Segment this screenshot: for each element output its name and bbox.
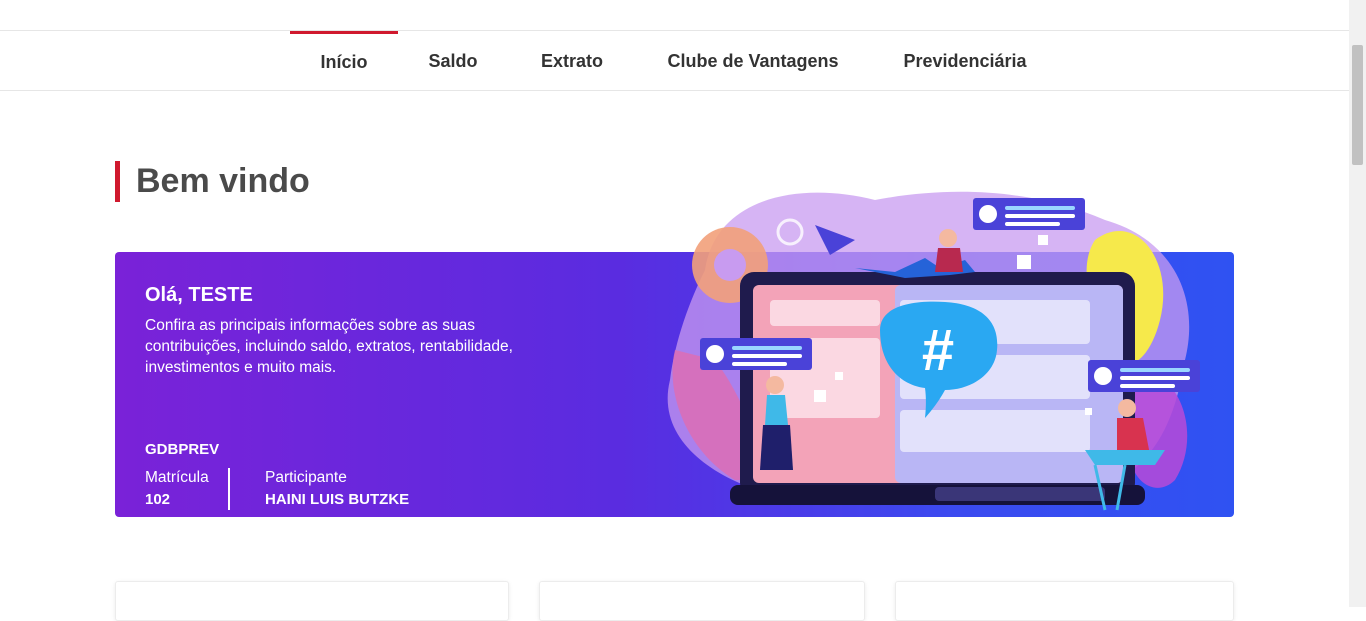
nav-tab-label: Previdenciária [903, 50, 1027, 71]
scrollbar-thumb[interactable] [1352, 45, 1363, 165]
summary-card[interactable] [115, 581, 509, 621]
page-title: Bem vindo [136, 162, 310, 200]
organization-name: GDBPREV [145, 441, 220, 458]
nav-tab-label: Início [320, 52, 368, 72]
summary-card[interactable] [539, 581, 865, 621]
nav-tab-saldo[interactable]: Saldo [413, 31, 493, 91]
nav-tab-clube-de-vantagens[interactable]: Clube de Vantagens [652, 31, 854, 91]
hashtag-symbol: # [922, 318, 954, 383]
participante-value: HAINI LUIS BUTZKE [265, 491, 410, 508]
nav-tab-label: Saldo [428, 50, 478, 71]
nav-tab-label: Clube de Vantagens [667, 50, 839, 71]
title-accent-bar [115, 161, 120, 202]
info-divider [228, 468, 230, 510]
matricula-value: 102 [145, 491, 171, 508]
matricula-label: Matrícula [145, 469, 209, 486]
top-header-bar [0, 0, 1349, 31]
vertical-scrollbar[interactable] [1349, 0, 1366, 607]
social-media-illustration: # [667, 191, 1200, 511]
greeting-text: Olá, TESTE [145, 284, 253, 306]
nav-tab-previdenciaria[interactable]: Previdenciária [886, 31, 1044, 91]
nav-tab-inicio[interactable]: Início [290, 31, 398, 91]
intro-text: Confira as principais informações sobre … [145, 317, 513, 376]
summary-card[interactable] [895, 581, 1234, 621]
main-navigation: Início Saldo Extrato Clube de Vantagens … [0, 31, 1349, 91]
nav-tab-label: Extrato [540, 50, 603, 71]
nav-tab-extrato[interactable]: Extrato [522, 31, 622, 91]
participante-label: Participante [265, 469, 347, 486]
